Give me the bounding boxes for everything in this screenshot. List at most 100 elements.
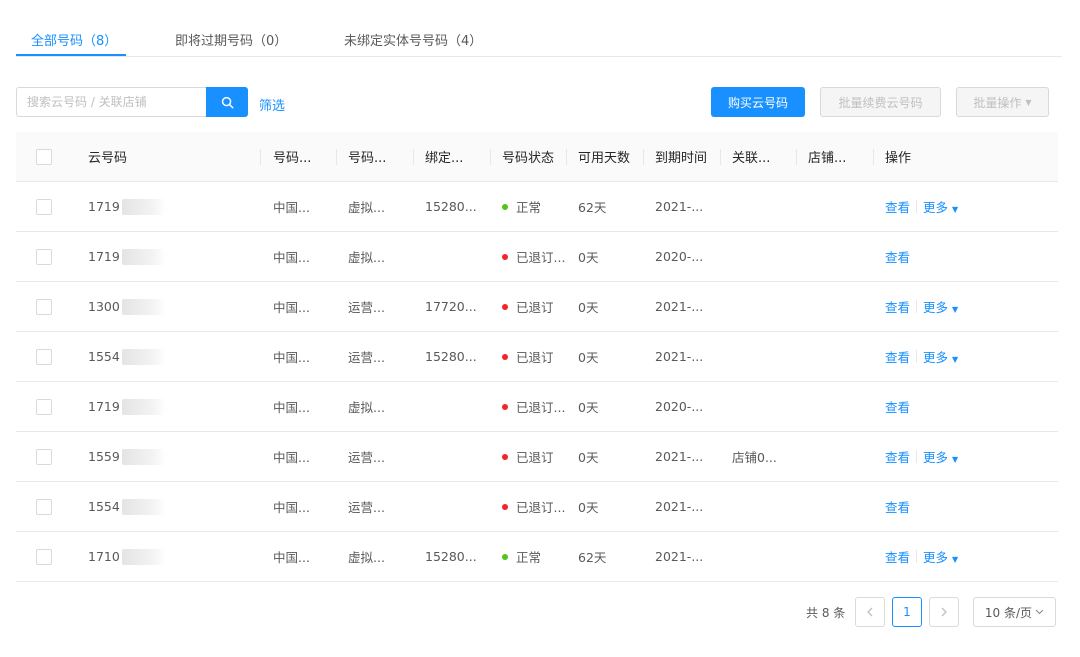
row-select-cell <box>36 332 52 381</box>
available-days-cell: 0天 <box>578 400 599 415</box>
row-select-cell <box>36 382 52 431</box>
row-checkbox[interactable] <box>36 198 52 215</box>
view-link[interactable]: 查看 <box>885 497 910 516</box>
row-checkbox[interactable] <box>36 498 52 515</box>
pagination-next-button[interactable] <box>929 597 959 627</box>
tab-expiring-numbers[interactable]: 即将过期号码（0） <box>175 30 287 49</box>
row-checkbox[interactable] <box>36 348 52 365</box>
table-row: 1719 中国... 虚拟... 已退订... 0天 2020-... 查看 <box>16 232 1058 282</box>
row-checkbox[interactable] <box>36 448 52 465</box>
buy-number-button[interactable]: 购买云号码 <box>711 87 805 117</box>
search-field[interactable] <box>16 87 206 117</box>
column-divider <box>720 149 721 165</box>
chevron-down-icon: ▼ <box>952 555 959 564</box>
column-divider <box>490 149 491 165</box>
view-link[interactable]: 查看 <box>885 297 910 316</box>
carrier-cell: 中国... <box>273 550 310 565</box>
tab-unbound-numbers[interactable]: 未绑定实体号号码（4） <box>344 30 482 49</box>
cloud-number-cell: 1719 <box>88 182 166 231</box>
pagination-prev-button[interactable] <box>855 597 885 627</box>
column-header-bound: 绑定... <box>425 151 464 166</box>
search-button[interactable] <box>206 87 248 117</box>
carrier-cell: 中国... <box>273 450 310 465</box>
row-select-cell <box>36 282 52 331</box>
available-days-cell: 0天 <box>578 250 599 265</box>
more-dropdown[interactable]: 更多 ▼ <box>923 547 958 566</box>
table-row: 1300 中国... 运营... 17720... 已退订 0天 2021-... 查看 更多 ▼ <box>16 282 1058 332</box>
more-dropdown[interactable]: 更多 ▼ <box>923 447 958 466</box>
status-badge: 已退订... <box>516 400 566 415</box>
column-header-shop: 店铺... <box>808 151 847 166</box>
tab-all-numbers[interactable]: 全部号码（8） <box>31 30 117 49</box>
row-checkbox[interactable] <box>36 248 52 265</box>
chevron-left-icon <box>867 607 873 617</box>
pagination-page-button[interactable]: 1 <box>892 597 922 627</box>
more-dropdown[interactable]: 更多 ▼ <box>923 347 958 366</box>
actions-cell: 查看 更多 ▼ <box>885 532 958 581</box>
cloud-number-cell: 1719 <box>88 232 166 281</box>
redacted-mask <box>121 348 166 365</box>
more-label: 更多 <box>923 550 949 565</box>
row-select-cell <box>36 532 52 581</box>
more-dropdown[interactable]: 更多 ▼ <box>923 197 958 216</box>
actions-cell: 查看 <box>885 232 910 281</box>
row-checkbox[interactable] <box>36 548 52 565</box>
view-link[interactable]: 查看 <box>885 397 910 416</box>
carrier-cell: 中国... <box>273 250 310 265</box>
cloud-number-prefix: 1554 <box>88 349 120 364</box>
status-dot <box>502 503 508 510</box>
row-select-cell <box>36 482 52 531</box>
view-link[interactable]: 查看 <box>885 197 910 216</box>
redacted-mask <box>121 398 166 415</box>
status-badge: 已退订 <box>516 300 554 315</box>
view-link[interactable]: 查看 <box>885 347 910 366</box>
column-header-number: 云号码 <box>88 151 128 166</box>
status-cell: 正常 <box>502 532 541 581</box>
status-badge: 已退订... <box>516 250 566 265</box>
chevron-down-icon: ▼ <box>952 355 959 364</box>
column-header-status: 号码状态 <box>502 151 555 166</box>
view-link[interactable]: 查看 <box>885 447 910 466</box>
batch-operation-button[interactable]: 批量操作 ▼ <box>956 87 1049 117</box>
cloud-number-cell: 1554 <box>88 482 166 531</box>
redacted-mask <box>121 548 166 565</box>
row-checkbox[interactable] <box>36 298 52 315</box>
status-badge: 已退订 <box>516 450 554 465</box>
cloud-number-prefix: 1559 <box>88 449 120 464</box>
search-input[interactable] <box>17 88 206 116</box>
status-dot <box>502 303 508 310</box>
select-all-cell <box>36 132 52 181</box>
status-cell: 已退订... <box>502 232 565 281</box>
more-dropdown[interactable]: 更多 ▼ <box>923 297 958 316</box>
cloud-number-prefix: 1719 <box>88 199 120 214</box>
status-badge: 正常 <box>516 550 542 565</box>
batch-renew-button[interactable]: 批量续费云号码 <box>820 87 941 117</box>
table-row: 1719 中国... 虚拟... 15280... 正常 62天 2021-... 查看 更多 ▼ <box>16 182 1058 232</box>
row-checkbox[interactable] <box>36 398 52 415</box>
more-label: 更多 <box>923 200 949 215</box>
view-link[interactable]: 查看 <box>885 247 910 266</box>
status-dot <box>502 453 508 460</box>
expire-time-cell: 2021-... <box>655 449 704 464</box>
redacted-mask <box>121 498 166 515</box>
view-link[interactable]: 查看 <box>885 547 910 566</box>
select-all-checkbox[interactable] <box>36 148 52 165</box>
filter-link[interactable]: 筛选 <box>259 95 285 114</box>
batch-operation-label: 批量操作 <box>973 95 1022 110</box>
expire-time-cell: 2021-... <box>655 499 704 514</box>
actions-cell: 查看 更多 ▼ <box>885 432 958 481</box>
actions-cell: 查看 更多 ▼ <box>885 182 958 231</box>
carrier-cell: 中国... <box>273 300 310 315</box>
status-cell: 已退订... <box>502 482 565 531</box>
cloud-number-prefix: 1554 <box>88 499 120 514</box>
page-size-select[interactable]: 10 条/页 <box>973 597 1056 627</box>
actions-cell: 查看 <box>885 482 910 531</box>
expire-time-cell: 2020-... <box>655 249 704 264</box>
chevron-right-icon <box>941 607 947 617</box>
bound-number-cell: 17720... <box>425 299 477 314</box>
actions-cell: 查看 更多 ▼ <box>885 332 958 381</box>
active-tab-indicator <box>16 54 126 56</box>
bound-number-cell: 15280... <box>425 549 477 564</box>
status-dot <box>502 353 508 360</box>
cloud-number-prefix: 1710 <box>88 549 120 564</box>
